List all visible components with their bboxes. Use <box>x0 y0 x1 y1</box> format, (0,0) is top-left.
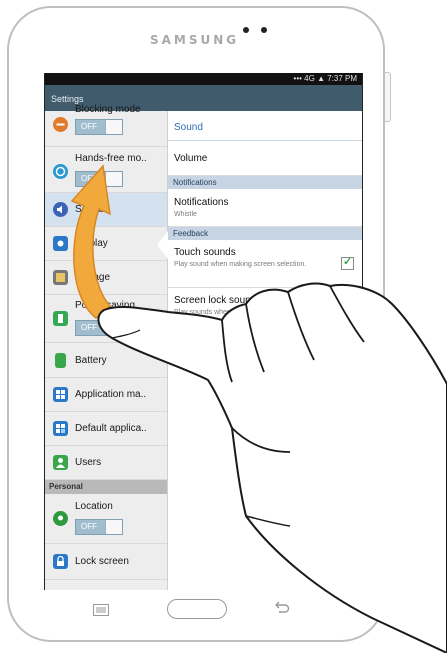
menu-item-label: Sound <box>75 204 104 215</box>
screen: ••• 4G ▲ 7:37 PM Settings Blocking mode … <box>44 73 363 590</box>
setting-value: Whistle <box>174 211 197 218</box>
menu-item-blocking-mode[interactable]: Blocking mode OFF <box>45 103 167 147</box>
toggle-state: OFF <box>81 323 97 332</box>
menu-item-label: Default applica.. <box>75 423 147 434</box>
toggle-state: OFF <box>81 522 97 531</box>
section-header-label: Personal <box>49 482 83 491</box>
menu-item-label: Blocking mode <box>75 104 141 115</box>
menu-item-storage[interactable]: Storage <box>45 261 167 295</box>
menu-item-lock-screen[interactable]: Lock screen <box>45 544 167 580</box>
speaker-icon <box>53 202 68 217</box>
setting-touch-sounds[interactable]: Touch sounds Play sound when making scre… <box>168 240 362 288</box>
toggle-knob <box>105 120 122 134</box>
power-saving-toggle[interactable]: OFF <box>75 320 123 336</box>
toggle-knob <box>105 172 122 186</box>
menu-item-label: Application ma.. <box>75 389 147 400</box>
back-key-icon[interactable] <box>274 600 290 616</box>
user-icon <box>53 455 68 470</box>
home-button[interactable] <box>167 599 227 619</box>
toggle-state: OFF <box>81 174 97 183</box>
menu-item-battery[interactable]: Battery <box>45 343 167 378</box>
setting-title: Volume <box>174 153 208 164</box>
menu-item-label: Display <box>75 238 108 249</box>
toggle-state: OFF <box>81 122 97 131</box>
section-header-label: Notifications <box>173 178 217 187</box>
menu-item-display[interactable]: Display <box>45 227 167 261</box>
menu-item-location[interactable]: Location OFF <box>45 494 167 544</box>
blocking-mode-toggle[interactable]: OFF <box>75 119 123 135</box>
touch-sounds-checkbox[interactable]: ✓ <box>341 256 354 270</box>
sound-settings-panel: Sound Volume Notifications Notifications… <box>168 111 362 590</box>
settings-menu: Blocking mode OFF Hands-free mo.. OFF So… <box>45 104 168 590</box>
front-camera-icon <box>243 27 249 33</box>
apps-grid-icon <box>53 387 68 402</box>
hands-free-toggle[interactable]: OFF <box>75 171 123 187</box>
status-bar: ••• 4G ▲ 7:37 PM <box>45 73 362 85</box>
minus-circle-icon <box>53 117 68 132</box>
menu-item-users[interactable]: Users <box>45 446 167 480</box>
setting-screen-lock-sound[interactable]: Screen lock sound Play sounds when locki… <box>168 288 362 336</box>
status-bar-text: ••• 4G ▲ 7:37 PM <box>293 74 357 83</box>
menu-item-label: Hands-free mo.. <box>75 153 147 164</box>
location-toggle[interactable]: OFF <box>75 519 123 535</box>
brand-logo: SAMSUNG <box>150 33 240 47</box>
menu-item-sound[interactable]: Sound <box>45 193 167 227</box>
lock-screen-icon <box>53 554 68 569</box>
menu-item-hands-free-mode[interactable]: Hands-free mo.. OFF <box>45 147 167 193</box>
menu-item-label: Lock screen <box>75 556 129 567</box>
menu-item-default-applications[interactable]: Default applica.. <box>45 412 167 446</box>
panel-title: Sound <box>174 122 203 133</box>
hands-free-icon <box>53 164 68 179</box>
setting-title: Notifications <box>174 197 229 208</box>
volume-key[interactable] <box>385 72 391 122</box>
setting-description: Play sounds when locking and unlocking s… <box>174 309 300 324</box>
menu-item-label: Storage <box>75 272 111 283</box>
sensor-icon <box>261 27 267 33</box>
menu-key-icon[interactable] <box>93 603 109 616</box>
setting-notifications[interactable]: Notifications Whistle <box>168 189 362 227</box>
toggle-knob <box>105 520 122 534</box>
section-header-personal: Personal <box>45 480 167 494</box>
display-icon <box>53 236 68 251</box>
menu-item-application-manager[interactable]: Application ma.. <box>45 378 167 412</box>
section-header-feedback: Feedback <box>168 227 362 240</box>
storage-icon <box>53 270 68 285</box>
section-header-label: Feedback <box>173 229 209 238</box>
toggle-knob <box>105 321 122 335</box>
setting-title: Screen lock sound <box>174 295 257 306</box>
checkmark-icon: ✓ <box>343 256 353 268</box>
menu-item-power-saving[interactable]: Power saving OFF <box>45 295 167 343</box>
location-icon <box>53 511 68 526</box>
menu-item-label: Users <box>75 457 102 468</box>
setting-title: Touch sounds <box>174 247 236 258</box>
panel-header: Sound <box>168 111 362 141</box>
setting-description: Play sound when making screen selection. <box>174 261 307 268</box>
menu-item-label: Battery <box>75 355 107 366</box>
battery-icon <box>55 353 66 368</box>
menu-item-label: Power saving <box>75 300 136 311</box>
section-header-notifications: Notifications <box>168 176 362 189</box>
selection-pointer <box>157 231 168 259</box>
power-saving-icon <box>53 311 68 326</box>
setting-volume[interactable]: Volume <box>168 141 362 176</box>
default-apps-icon <box>53 421 68 436</box>
menu-item-label: Location <box>75 501 113 512</box>
